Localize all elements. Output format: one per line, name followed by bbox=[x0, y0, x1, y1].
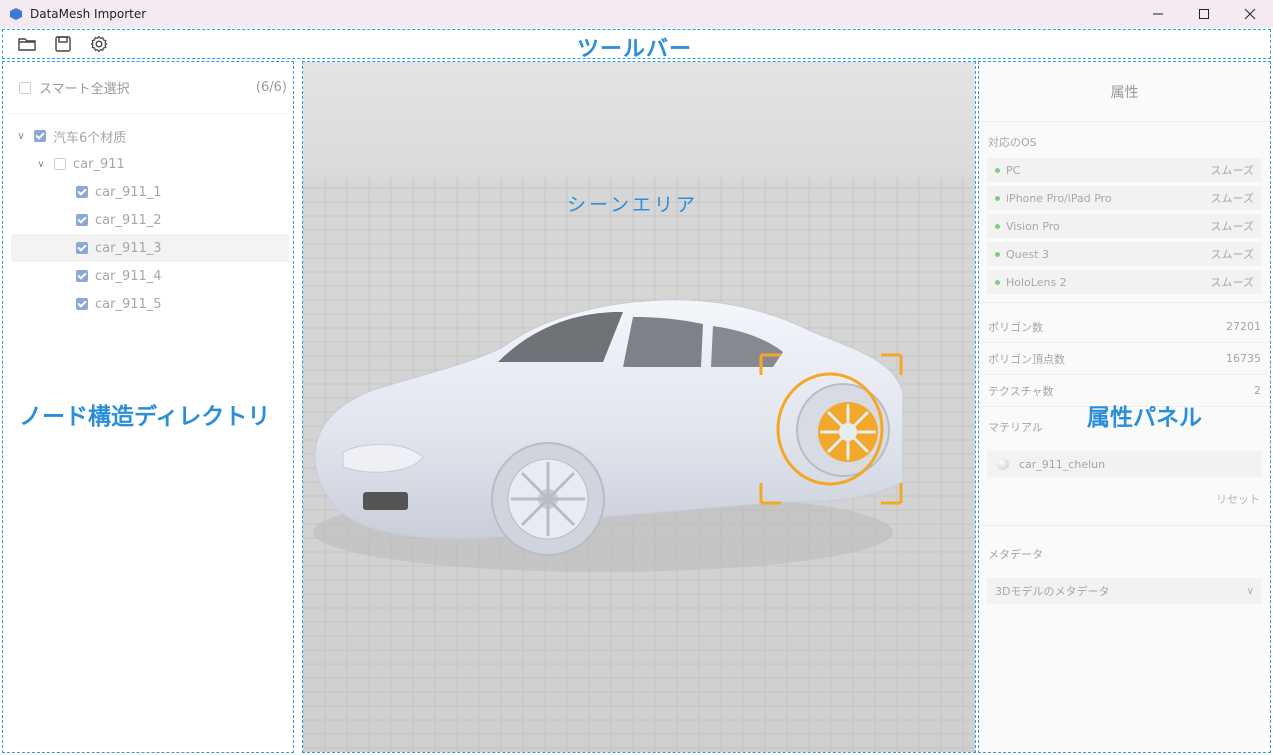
close-button[interactable] bbox=[1227, 0, 1273, 28]
maximize-icon bbox=[1199, 9, 1209, 19]
node-checkbox[interactable] bbox=[76, 270, 88, 282]
tree-node-label: car_911_5 bbox=[95, 296, 162, 312]
folder-icon bbox=[18, 38, 36, 51]
node-tree-panel: スマート全選択 (6/6) ∨ 汽车6个材质 ∨ car_911 car_911… bbox=[2, 61, 294, 753]
material-name: car_911_chelun bbox=[1019, 457, 1106, 471]
tree-node-label: car_911 bbox=[73, 156, 125, 172]
os-section-heading: 対応のOS bbox=[988, 136, 1037, 149]
os-status: スムーズ bbox=[1210, 276, 1254, 289]
metadata-section-heading: メタデータ bbox=[988, 548, 1043, 561]
tree-node[interactable]: car_911_4 bbox=[3, 262, 293, 290]
node-checkbox[interactable] bbox=[76, 214, 88, 226]
scene-viewport[interactable]: シーンエリア bbox=[302, 61, 976, 753]
node-checkbox[interactable] bbox=[76, 298, 88, 310]
status-dot-icon bbox=[995, 195, 1000, 201]
select-all-count: (6/6) bbox=[255, 80, 287, 95]
properties-annotation-label: 属性パネル bbox=[1087, 405, 1202, 431]
open-folder-button[interactable] bbox=[15, 32, 39, 56]
divider bbox=[979, 302, 1270, 303]
scene-annotation-label: シーンエリア bbox=[567, 194, 699, 216]
node-checkbox[interactable] bbox=[34, 130, 46, 142]
gear-icon bbox=[90, 35, 108, 53]
os-status: スムーズ bbox=[1210, 192, 1254, 205]
properties-panel: 属性 対応のOS PC スムーズ iPhone Pro/iPad Pro スムー… bbox=[978, 61, 1271, 753]
status-dot-icon bbox=[995, 279, 1000, 285]
save-icon bbox=[55, 36, 71, 52]
title-bar: DataMesh Importer bbox=[0, 0, 1273, 28]
status-dot-icon bbox=[995, 223, 1000, 229]
metadata-select[interactable]: 3Dモデルのメタデータ ∨ bbox=[987, 578, 1262, 604]
node-tree-annotation-label: ノード構造ディレクトリ bbox=[19, 404, 271, 430]
panel-title: 属性 bbox=[979, 62, 1270, 122]
os-name: iPhone Pro/iPad Pro bbox=[1006, 191, 1112, 205]
os-row: PC スムーズ bbox=[987, 158, 1262, 182]
os-status: スムーズ bbox=[1210, 248, 1254, 261]
tree-node[interactable]: car_911_1 bbox=[3, 178, 293, 206]
reset-button[interactable]: リセット bbox=[979, 477, 1270, 517]
select-all-label: スマート全選択 bbox=[39, 82, 130, 97]
chevron-down-icon[interactable]: ∨ bbox=[16, 131, 26, 142]
window-title: DataMesh Importer bbox=[30, 7, 147, 21]
smart-select-all[interactable]: スマート全選択 (6/6) bbox=[9, 62, 287, 114]
os-status: スムーズ bbox=[1210, 164, 1254, 177]
material-swatch-icon bbox=[997, 458, 1009, 470]
tree-node[interactable]: ∨ 汽车6个材质 bbox=[3, 122, 293, 150]
os-status: スムーズ bbox=[1210, 220, 1254, 233]
tree-node-label: car_911_1 bbox=[95, 184, 162, 200]
stat-value: 16735 bbox=[1226, 352, 1261, 365]
toolbar-annotation-label: ツールバー bbox=[577, 37, 693, 62]
node-checkbox[interactable] bbox=[76, 242, 88, 254]
status-dot-icon bbox=[995, 167, 1000, 173]
os-name: PC bbox=[1006, 163, 1021, 177]
chevron-down-icon: ∨ bbox=[1246, 585, 1254, 597]
settings-button[interactable] bbox=[87, 32, 111, 56]
toolbar: ツールバー bbox=[2, 29, 1271, 62]
os-name: HoloLens 2 bbox=[1006, 275, 1067, 289]
stat-label: テクスチャ数 bbox=[988, 384, 1054, 398]
tree-node-label: 汽车6个材质 bbox=[53, 130, 127, 146]
node-tree: ∨ 汽车6个材质 ∨ car_911 car_911_1 car_911_2 c… bbox=[3, 114, 293, 318]
os-row: iPhone Pro/iPad Pro スムーズ bbox=[987, 186, 1262, 210]
os-row: Quest 3 スムーズ bbox=[987, 242, 1262, 266]
tree-node-label: car_911_2 bbox=[95, 212, 162, 228]
minimize-icon bbox=[1153, 13, 1163, 15]
stat-value: 27201 bbox=[1226, 320, 1261, 333]
os-row: HoloLens 2 スムーズ bbox=[987, 270, 1262, 294]
window-controls bbox=[1135, 0, 1273, 28]
os-name: Quest 3 bbox=[1006, 247, 1049, 261]
os-row: Vision Pro スムーズ bbox=[987, 214, 1262, 238]
stat-value: 2 bbox=[1254, 384, 1261, 397]
tree-node-selected[interactable]: car_911_3 bbox=[11, 234, 289, 262]
tree-node[interactable]: car_911_5 bbox=[3, 290, 293, 318]
stat-label: ポリゴン数 bbox=[988, 320, 1043, 334]
maximize-button[interactable] bbox=[1181, 0, 1227, 28]
stat-row: ポリゴン数 27201 bbox=[979, 311, 1270, 343]
close-icon bbox=[1244, 8, 1256, 20]
scene-canvas[interactable] bbox=[303, 62, 976, 753]
chevron-down-icon[interactable]: ∨ bbox=[36, 159, 46, 170]
node-checkbox[interactable] bbox=[54, 158, 66, 170]
select-all-checkbox[interactable] bbox=[19, 81, 31, 94]
stat-row: ポリゴン頂点数 16735 bbox=[979, 343, 1270, 375]
tree-node-label: car_911_4 bbox=[95, 268, 162, 284]
metadata-select-value: 3Dモデルのメタデータ bbox=[995, 585, 1110, 598]
stat-label: ポリゴン頂点数 bbox=[988, 352, 1065, 366]
tree-node-label: car_911_3 bbox=[95, 240, 162, 256]
divider bbox=[979, 525, 1270, 526]
tree-node[interactable]: ∨ car_911 bbox=[3, 150, 293, 178]
node-checkbox[interactable] bbox=[76, 186, 88, 198]
os-name: Vision Pro bbox=[1006, 219, 1060, 233]
material-item[interactable]: car_911_chelun bbox=[987, 451, 1262, 477]
minimize-button[interactable] bbox=[1135, 0, 1181, 28]
tree-node[interactable]: car_911_2 bbox=[3, 206, 293, 234]
app-logo-icon bbox=[10, 8, 22, 20]
status-dot-icon bbox=[995, 251, 1000, 257]
save-button[interactable] bbox=[51, 32, 75, 56]
